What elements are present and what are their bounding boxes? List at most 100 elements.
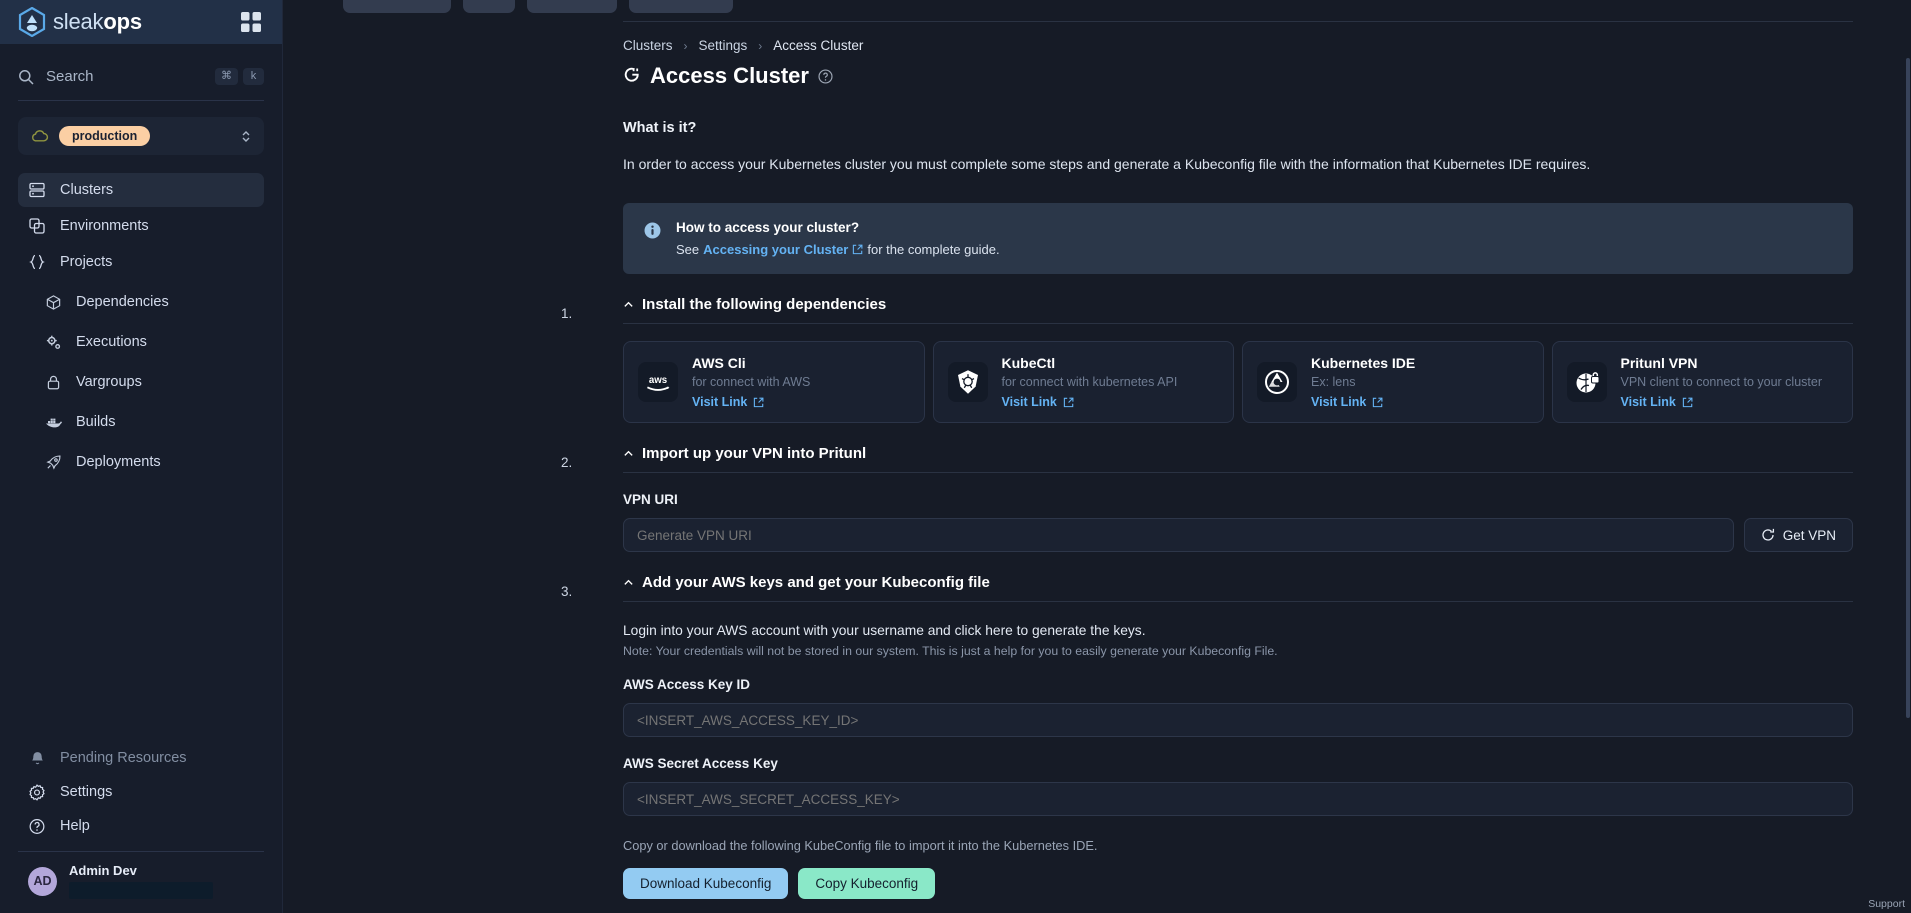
dependency-title: Kubernetes IDE <box>1311 355 1416 371</box>
step-number: 3. <box>561 584 573 599</box>
get-vpn-button[interactable]: Get VPN <box>1743 518 1853 552</box>
get-vpn-label: Get VPN <box>1782 527 1836 543</box>
step-import-vpn: 2. Import up your VPN into Pritunl VPN U… <box>561 445 1853 552</box>
sidebar-item-deployments[interactable]: Deployments <box>18 445 264 479</box>
brand-logo[interactable]: sleakops <box>18 7 142 37</box>
dependency-card-body: AWS Cli for connect with AWS Visit Link <box>692 355 810 409</box>
sidebar-item-vargroups[interactable]: Vargroups <box>18 365 264 399</box>
docker-icon <box>44 413 62 431</box>
dependency-visit-link[interactable]: Visit Link <box>1311 395 1415 409</box>
search-input[interactable]: Search ⌘ k <box>18 68 264 100</box>
server-icon <box>28 181 46 199</box>
refresh-icon <box>1762 528 1774 541</box>
external-link-icon <box>1373 397 1383 407</box>
step-1-header[interactable]: Install the following dependencies <box>623 296 1853 313</box>
chevron-up-icon[interactable] <box>623 299 634 310</box>
question-icon <box>28 817 46 835</box>
top-stub-1[interactable] <box>343 0 451 13</box>
sidebar-item-executions[interactable]: Executions <box>18 325 264 359</box>
step-2-divider <box>623 472 1853 473</box>
sidebar-item-label: Projects <box>60 254 113 270</box>
dependency-card-pritunl-vpn[interactable]: Pritunl VPN VPN client to connect to you… <box>1551 341 1853 423</box>
step-2-header[interactable]: Import up your VPN into Pritunl <box>623 445 1853 462</box>
scrollbar-track[interactable] <box>1906 24 1911 913</box>
copy-kubeconfig-button[interactable]: Copy Kubeconfig <box>798 868 936 899</box>
vpn-uri-input[interactable] <box>623 518 1734 552</box>
intro-paragraph: In order to access your Kubernetes clust… <box>623 156 1591 172</box>
top-stub-2[interactable] <box>463 0 515 13</box>
dependency-card-kubectl[interactable]: KubeCtl for connect with kubernetes API … <box>932 341 1234 423</box>
sidebar-item-label: Environments <box>60 218 149 234</box>
dependency-subtitle: for connect with kubernetes API <box>1001 375 1178 389</box>
page-title: Access Cluster <box>623 63 1853 89</box>
external-link-icon <box>1682 397 1693 407</box>
brand-name: sleakops <box>53 9 142 35</box>
search-placeholder: Search <box>46 68 94 85</box>
aws-login-text: Login into your AWS account with your us… <box>623 623 1146 638</box>
sidebar-item-label: Dependencies <box>76 294 169 310</box>
plug-icon <box>624 67 639 82</box>
user-meta: Admin Dev <box>69 863 213 899</box>
dependency-visit-link[interactable]: Visit Link <box>692 395 810 409</box>
dependency-subtitle: Ex: lens <box>1311 375 1356 389</box>
sidebar-item-label: Help <box>60 818 90 834</box>
breadcrumb-item-clusters[interactable]: Clusters <box>623 38 673 53</box>
breadcrumb-item-access-cluster[interactable]: Access Cluster <box>773 38 863 53</box>
download-kubeconfig-button[interactable]: Download Kubeconfig <box>623 868 789 899</box>
aws-secret-key-label: AWS Secret Access Key <box>623 756 778 771</box>
user-name: Admin Dev <box>69 863 137 878</box>
dependency-title: AWS Cli <box>692 355 746 371</box>
aws-access-key-input[interactable] <box>623 703 1853 737</box>
scrollbar-thumb[interactable] <box>1906 58 1910 718</box>
cogs-icon <box>44 333 62 351</box>
dependency-title: Pritunl VPN <box>1620 355 1698 371</box>
external-link-icon[interactable] <box>852 244 863 255</box>
kubeconfig-help-text: Copy or download the following KubeConfi… <box>623 838 1098 853</box>
top-stub-3[interactable] <box>527 0 617 13</box>
aws-logo-icon: aws <box>638 362 678 402</box>
kbd-k: k <box>243 68 264 85</box>
user-email-redacted <box>69 882 213 899</box>
copy-icon <box>28 217 46 235</box>
dependency-card-aws-cli[interactable]: aws AWS Cli for connect with AWS Visit L… <box>623 341 925 423</box>
step-1-title: Install the following dependencies <box>642 296 887 313</box>
page-title-text: Access Cluster <box>650 63 809 88</box>
sidebar-item-environments[interactable]: Environments <box>18 209 264 243</box>
grid-icon[interactable] <box>240 11 262 33</box>
sidebar-item-label: Settings <box>60 784 113 800</box>
support-label[interactable]: Support <box>1868 898 1905 910</box>
pritunl-logo-icon <box>1566 362 1607 402</box>
dependency-card-kubernetes-ide[interactable]: Kubernetes IDE Ex: lens Visit Link <box>1242 341 1544 423</box>
chevron-up-icon[interactable] <box>623 577 634 588</box>
sidebar-item-clusters[interactable]: Clusters <box>18 173 264 207</box>
sidebar-item-builds[interactable]: Builds <box>18 405 264 439</box>
sidebar-item-label: Clusters <box>60 182 114 198</box>
dependency-visit-link[interactable]: Visit Link <box>1621 395 1822 409</box>
sidebar-item-label: Vargroups <box>76 374 142 390</box>
step-3-title: Add your AWS keys and get your Kubeconfi… <box>642 574 990 591</box>
breadcrumb-item-settings[interactable]: Settings <box>699 38 748 53</box>
dependency-visit-link[interactable]: Visit Link <box>1002 395 1178 409</box>
sidebar-item-pending-resources[interactable]: Pending Resources <box>18 741 264 775</box>
sidebar-item-settings[interactable]: Settings <box>18 775 264 809</box>
user-profile[interactable]: AD Admin Dev <box>18 852 264 913</box>
sidebar-item-dependencies[interactable]: Dependencies <box>18 285 264 319</box>
sidebar-item-help[interactable]: Help <box>18 809 264 843</box>
info-banner-body: How to access your cluster? See Accessin… <box>676 220 1000 257</box>
accessing-your-cluster-link[interactable]: Accessing your Cluster <box>703 242 848 257</box>
aws-secret-key-input[interactable] <box>623 782 1853 816</box>
dependency-visit-link-label: Visit Link <box>1001 395 1057 409</box>
step-3-header[interactable]: Add your AWS keys and get your Kubeconfi… <box>623 574 1853 591</box>
sidebar-item-label: Builds <box>76 414 116 430</box>
question-circle-icon[interactable] <box>818 68 833 84</box>
dependency-card-body: Kubernetes IDE Ex: lens Visit Link <box>1311 355 1415 409</box>
environment-selector[interactable]: production <box>18 117 264 155</box>
lock-icon <box>44 373 62 391</box>
search-icon <box>19 69 34 85</box>
chevron-up-icon[interactable] <box>623 448 634 459</box>
sidebar-item-projects[interactable]: Projects <box>18 245 264 279</box>
kbd-cmd: ⌘ <box>215 68 238 85</box>
cube-icon <box>44 293 62 311</box>
top-stub-4[interactable] <box>629 0 733 13</box>
external-link-icon <box>1063 397 1074 407</box>
